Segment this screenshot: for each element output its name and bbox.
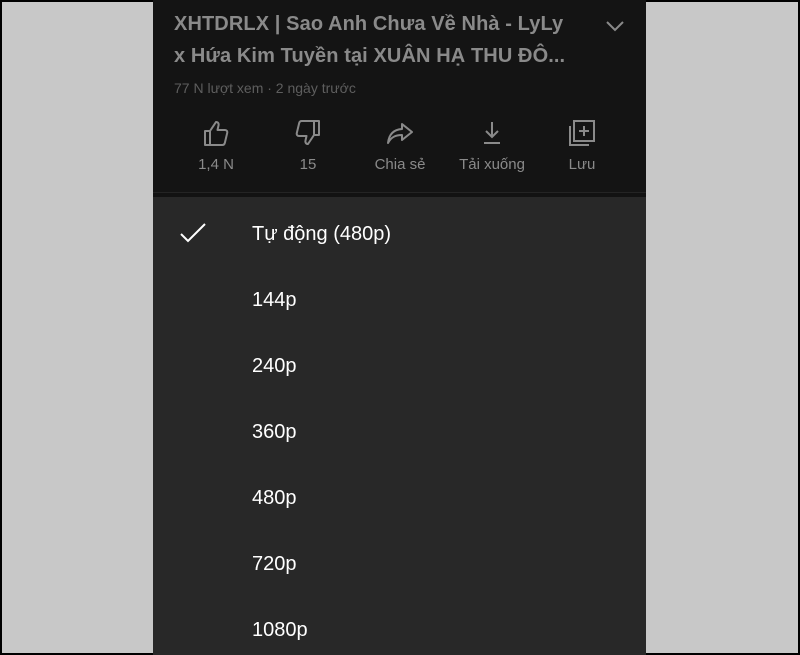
download-button[interactable]: Tải xuống [446, 113, 538, 183]
dislike-button[interactable]: 15 [262, 113, 354, 183]
share-button[interactable]: Chia sẻ [354, 113, 446, 183]
video-meta: 77 N lượt xem · 2 ngày trước [174, 80, 356, 96]
save-label: Lưu [568, 156, 596, 173]
checkmark-icon [180, 223, 206, 243]
quality-option-label: Tự động (480p) [252, 223, 392, 245]
divider [153, 192, 646, 193]
quality-option-label: 360p [252, 421, 297, 443]
download-label: Tải xuống [459, 156, 525, 173]
quality-option-720p[interactable]: 720p [153, 533, 646, 593]
quality-option-label: 240p [252, 355, 297, 377]
download-icon [484, 122, 500, 144]
save-to-playlist-icon [569, 120, 595, 146]
like-button[interactable]: 1,4 N [170, 113, 262, 183]
share-label: Chia sẻ [374, 156, 426, 173]
chevron-down-icon[interactable] [603, 14, 627, 38]
phone-screen: XHTDRLX | Sao Anh Chưa Về Nhà - LyLy x H… [153, 0, 646, 655]
save-button[interactable]: Lưu [536, 113, 628, 183]
thumbs-up-icon [204, 121, 229, 146]
quality-option-144p[interactable]: 144p [153, 269, 646, 329]
quality-option-480p[interactable]: 480p [153, 467, 646, 527]
action-bar: 1,4 N 15 Chia sẻ Tải xuống Lưu [153, 113, 646, 183]
thumbs-down-icon [295, 120, 320, 145]
video-title-line-2: x Hứa Kim Tuyền tại XUÂN HẠ THU ĐÔ... [174, 45, 566, 67]
quality-option-auto[interactable]: Tự động (480p) [153, 203, 646, 263]
quality-option-label: 480p [252, 487, 297, 509]
quality-option-240p[interactable]: 240p [153, 335, 646, 395]
video-info-panel: XHTDRLX | Sao Anh Chưa Về Nhà - LyLy x H… [153, 0, 646, 193]
quality-option-1080p[interactable]: 1080p [153, 599, 646, 655]
quality-option-label: 144p [252, 289, 297, 311]
video-title-line-1: XHTDRLX | Sao Anh Chưa Về Nhà - LyLy [174, 13, 564, 35]
quality-menu-sheet: Tự động (480p) 144p 240p 360p 480p 720p … [153, 197, 646, 655]
quality-option-label: 720p [252, 553, 297, 575]
like-count: 1,4 N [198, 156, 234, 173]
quality-option-360p[interactable]: 360p [153, 401, 646, 461]
dislike-count: 15 [299, 156, 317, 173]
share-icon [387, 123, 413, 144]
quality-option-label: 1080p [252, 619, 308, 641]
video-title: XHTDRLX | Sao Anh Chưa Về Nhà - LyLy x H… [174, 8, 594, 72]
